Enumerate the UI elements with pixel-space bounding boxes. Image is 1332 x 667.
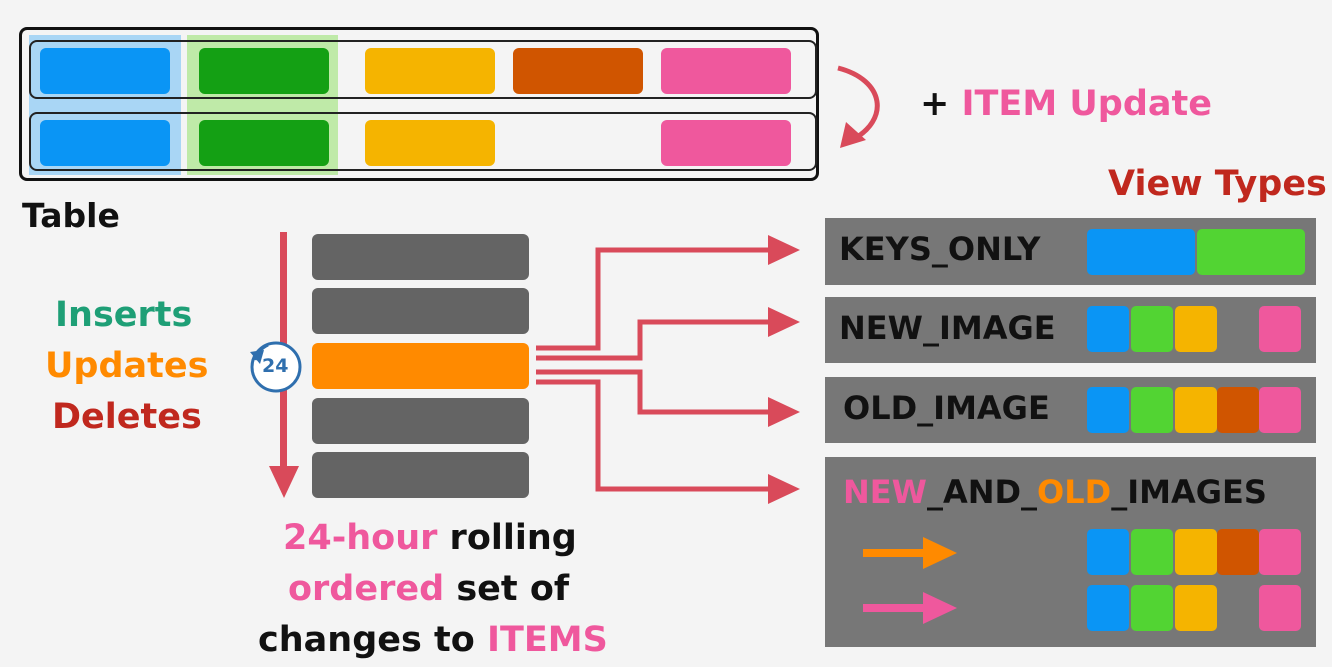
attribute-swatch	[1131, 529, 1173, 575]
attribute-cell	[365, 48, 495, 94]
table	[19, 27, 819, 181]
attribute-cell	[661, 120, 791, 166]
attribute-cell	[199, 120, 329, 166]
caption-changes-to: changes to	[258, 620, 487, 660]
attribute-swatch	[1087, 529, 1129, 575]
stream-caption-line3: changes to ITEMS	[258, 620, 608, 660]
view-type-label: NEW_AND_OLD_IMAGES	[843, 473, 1267, 511]
table-label: Table	[22, 196, 120, 235]
attribute-swatch	[1259, 387, 1301, 433]
caption-set-of: set of	[444, 569, 570, 609]
attribute-swatch	[1175, 306, 1217, 352]
label-new: NEW	[843, 473, 927, 511]
attribute-swatch	[1259, 529, 1301, 575]
view-type-label: NEW_IMAGE	[839, 309, 1056, 347]
inserts-label: Inserts	[55, 295, 193, 335]
attribute-cell	[40, 120, 170, 166]
attribute-swatch	[1175, 529, 1217, 575]
attribute-swatch	[1087, 387, 1129, 433]
view-type-new-image: NEW_IMAGE	[825, 297, 1316, 363]
attribute-swatch	[1131, 387, 1173, 433]
attribute-swatch	[1217, 529, 1259, 575]
attribute-cell	[199, 48, 329, 94]
updates-label: Updates	[45, 346, 209, 386]
curved-arrow-icon	[837, 65, 880, 148]
attribute-cell	[40, 48, 170, 94]
label-images: _IMAGES	[1111, 473, 1267, 511]
attribute-cell	[365, 120, 495, 166]
table-row	[29, 112, 817, 171]
stream-record	[312, 288, 529, 334]
plus-text: +	[920, 84, 962, 124]
attribute-swatch	[1087, 585, 1129, 631]
deletes-label: Deletes	[52, 397, 202, 437]
attribute-swatch	[1175, 585, 1217, 631]
label-old: OLD	[1037, 473, 1112, 511]
attribute-swatch	[1197, 229, 1305, 275]
stream-connectors	[536, 235, 800, 504]
attribute-cell	[513, 48, 643, 94]
table-row	[29, 40, 817, 99]
label-and: _AND_	[926, 473, 1038, 511]
view-type-keys-only: KEYS_ONLY	[825, 218, 1316, 285]
stream-record-active	[312, 343, 529, 389]
attribute-swatch	[1259, 585, 1301, 631]
attribute-swatch	[1175, 387, 1217, 433]
new-arrow-icon	[863, 592, 957, 624]
view-type-label: OLD_IMAGE	[843, 389, 1050, 427]
view-type-old-image: OLD_IMAGE	[825, 377, 1316, 443]
old-arrow-icon	[863, 537, 957, 569]
stream-record	[312, 398, 529, 444]
view-type-label: KEYS_ONLY	[839, 230, 1041, 268]
caption-items: ITEMS	[486, 620, 608, 660]
caption-rolling: rolling	[437, 518, 577, 558]
clock-badge: 24	[262, 355, 289, 377]
stream-caption-line2: ordered set of	[288, 569, 569, 609]
caption-ordered: ordered	[288, 569, 445, 609]
stream-caption-line1: 24-hour rolling	[283, 518, 577, 558]
attribute-swatch	[1259, 306, 1301, 352]
attribute-swatch	[1131, 585, 1173, 631]
view-type-new-and-old-images: NEW_AND_OLD_IMAGES	[825, 457, 1316, 647]
stream-record	[312, 234, 529, 280]
attribute-swatch	[1087, 229, 1195, 275]
update-text: Update	[1057, 84, 1212, 124]
item-text: ITEM	[961, 84, 1058, 124]
item-update-title: + ITEM Update	[920, 84, 1212, 124]
attribute-swatch	[1131, 306, 1173, 352]
view-types-heading: View Types	[1108, 164, 1327, 204]
attribute-cell	[661, 48, 791, 94]
attribute-swatch	[1087, 306, 1129, 352]
caption-24-hour: 24-hour	[283, 518, 438, 558]
stream-record	[312, 452, 529, 498]
attribute-swatch	[1217, 387, 1259, 433]
